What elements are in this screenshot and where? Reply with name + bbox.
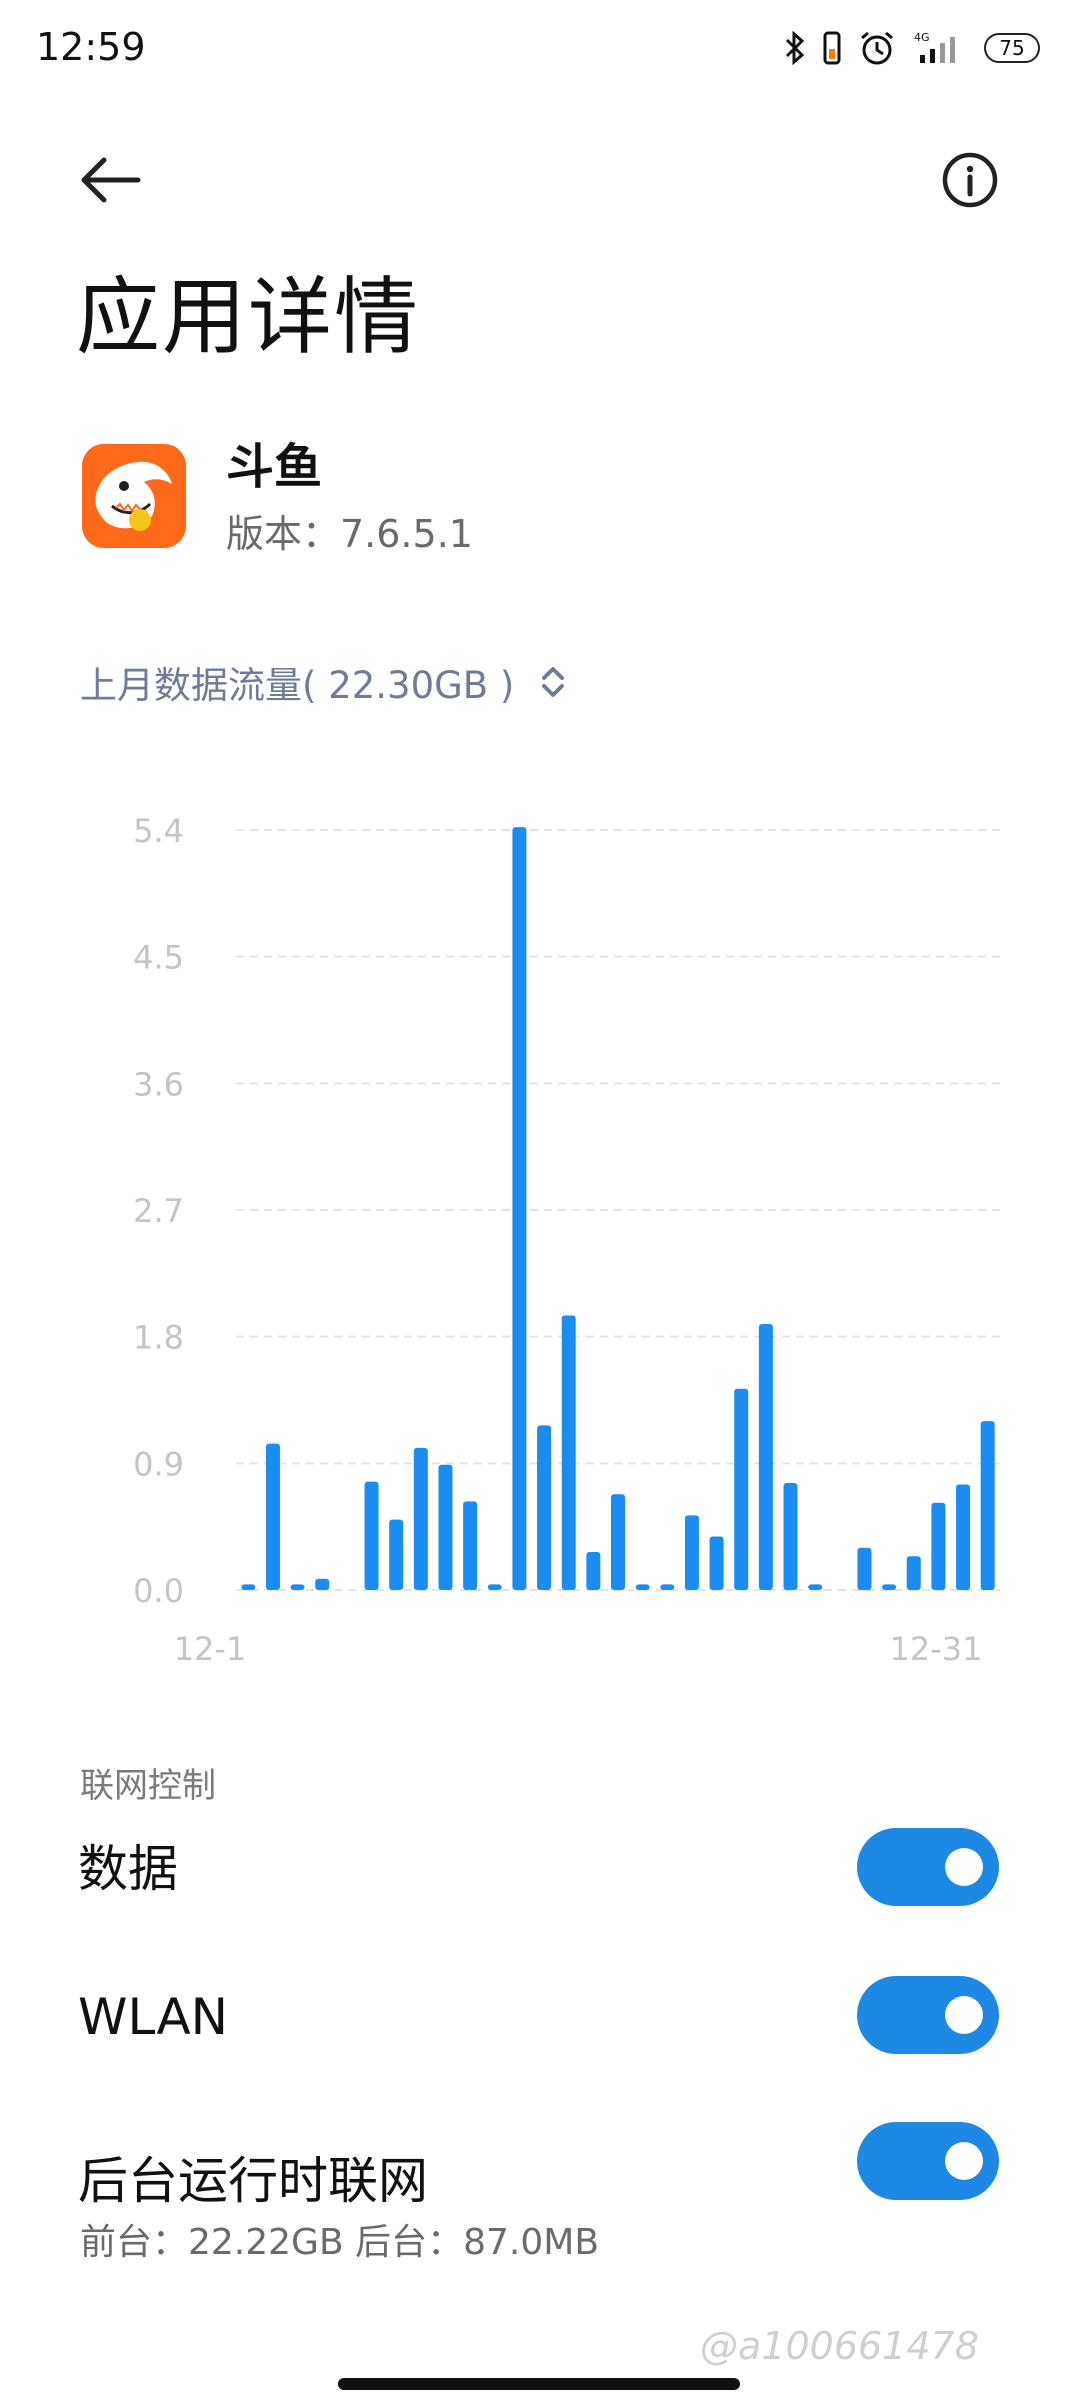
data-bar [413, 1447, 428, 1590]
battery-icon: 75 [984, 33, 1040, 63]
y-tick-label: 0.9 [133, 1445, 184, 1483]
data-bar [956, 1484, 971, 1590]
data-bar [980, 1421, 995, 1590]
data-row-label: 数据 [78, 1840, 178, 1898]
vibrate-icon [823, 31, 841, 65]
data-bar [783, 1483, 798, 1590]
wlan-toggle[interactable] [857, 1976, 999, 2054]
back-button[interactable] [70, 140, 150, 220]
info-icon [942, 152, 998, 208]
data-bar [290, 1584, 305, 1590]
y-tick-label: 4.5 [133, 939, 184, 977]
background-usage-detail: 前台：22.22GB 后台：87.0MB [80, 2222, 600, 2263]
data-bar [709, 1536, 724, 1590]
app-icon [82, 444, 186, 548]
status-time: 12:59 [36, 25, 146, 69]
back-arrow-icon [81, 157, 141, 203]
data-bar [265, 1443, 280, 1590]
data-bar [537, 1425, 552, 1590]
data-bar [389, 1519, 404, 1590]
data-bar [734, 1388, 749, 1590]
toggle-knob [945, 1848, 983, 1886]
data-bar [684, 1515, 699, 1590]
page-title: 应用详情 [76, 268, 421, 366]
data-bar [586, 1552, 601, 1590]
y-tick-label: 1.8 [133, 1319, 184, 1357]
data-bar [635, 1584, 650, 1590]
x-end-label: 12-31 [890, 1630, 983, 1668]
data-bar [808, 1584, 823, 1590]
data-bar [660, 1584, 675, 1590]
data-bar [758, 1324, 773, 1590]
y-tick-label: 2.7 [133, 1192, 184, 1230]
expand-icon [542, 667, 565, 697]
y-tick-label: 5.4 [133, 812, 184, 850]
watermark: @a100661478 [700, 2324, 979, 2368]
data-bar [241, 1584, 256, 1590]
toggle-knob [945, 1996, 983, 2034]
data-bar [315, 1578, 330, 1590]
section-label: 联网控制 [80, 1766, 216, 1806]
x-start-label: 12-1 [174, 1630, 247, 1668]
app-name: 斗鱼 [226, 439, 323, 495]
info-button[interactable] [930, 140, 1010, 220]
data-bar [487, 1584, 502, 1590]
background-network-toggle[interactable] [857, 2122, 999, 2200]
data-bar [463, 1501, 478, 1590]
douyu-logo-icon [82, 444, 186, 548]
data-bar [561, 1315, 576, 1590]
data-bar [906, 1556, 921, 1590]
y-tick-label: 3.6 [133, 1065, 184, 1103]
data-bar [364, 1481, 379, 1590]
data-bar [857, 1547, 872, 1590]
data-bar [438, 1464, 453, 1590]
status-icons: 4G 75 [784, 26, 1040, 70]
alarm-icon [861, 31, 893, 65]
data-bar [512, 827, 527, 1590]
data-usage-chart: 5.4 4.5 3.6 2.7 1.8 0.9 0.0 12-1 12-31 [133, 812, 1000, 1668]
signal-icon: 4G [914, 31, 955, 63]
toggle-knob [945, 2142, 983, 2180]
network-type-label: 4G [914, 31, 930, 44]
data-bar [611, 1494, 625, 1590]
data-bar [882, 1584, 897, 1590]
usage-label: 上月数据流量( 22.30GB ) [80, 664, 515, 707]
data-toggle[interactable] [857, 1828, 999, 1906]
bluetooth-icon [785, 31, 805, 65]
home-indicator [338, 2378, 740, 2390]
wlan-row-label: WLAN [78, 1988, 229, 2046]
background-network-label: 后台运行时联网 [78, 2152, 428, 2210]
usage-period-selector[interactable]: 上月数据流量( 22.30GB ) [80, 652, 568, 712]
data-bar [931, 1502, 946, 1590]
app-version: 版本：7.6.5.1 [226, 512, 473, 556]
y-tick-label: 0.0 [133, 1572, 184, 1610]
